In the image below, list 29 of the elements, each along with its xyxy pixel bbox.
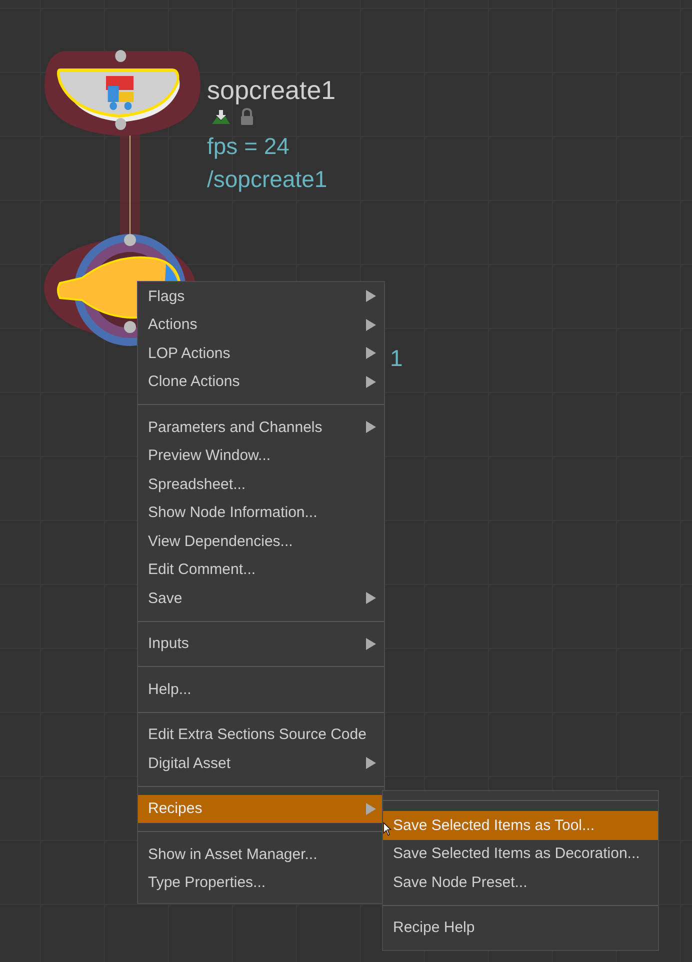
cursor-icon — [383, 822, 392, 836]
menu-item[interactable]: Inputs — [138, 630, 384, 658]
menu-item[interactable]: Recipes — [138, 794, 384, 823]
menu-item[interactable]: Show in Asset Manager... — [138, 840, 384, 868]
menu-item[interactable]: Spreadsheet... — [138, 470, 384, 498]
menu-item[interactable]: Save Node Preset... — [383, 868, 658, 896]
menu-item[interactable]: View Dependencies... — [138, 527, 384, 556]
menu-item[interactable]: Edit Extra Sections Source Code — [138, 720, 384, 749]
menu-item[interactable]: Flags — [138, 282, 384, 310]
node-name: sopcreate1 — [207, 74, 336, 106]
menu-item[interactable]: LOP Actions — [138, 339, 384, 368]
menu-item[interactable]: Save Selected Items as Decoration... — [383, 840, 658, 868]
menu-item[interactable]: Parameters and Channels — [138, 413, 384, 442]
menu-item[interactable]: Recipe Help — [383, 914, 658, 942]
menu-item[interactable]: Save Selected Items as Tool... — [383, 811, 658, 840]
menu-item[interactable]: Edit Comment... — [138, 556, 384, 584]
menu-item[interactable]: Preview Window... — [138, 442, 384, 470]
node-info: fps = 24 — [207, 132, 290, 161]
menu-item[interactable]: Clone Actions — [138, 368, 384, 396]
menu-item[interactable]: Save — [138, 584, 384, 612]
node-info: /sopcreate1 — [207, 165, 328, 194]
menu-item[interactable]: Type Properties... — [138, 868, 384, 897]
lock-icon[interactable] — [239, 108, 255, 126]
menu-item[interactable]: Actions — [138, 310, 384, 339]
menu-item[interactable]: Digital Asset — [138, 749, 384, 778]
download-icon[interactable] — [211, 109, 231, 125]
menu-item[interactable]: Help... — [138, 675, 384, 704]
node-info: 1 — [390, 344, 403, 373]
menu-item[interactable]: Show Node Information... — [138, 498, 384, 527]
